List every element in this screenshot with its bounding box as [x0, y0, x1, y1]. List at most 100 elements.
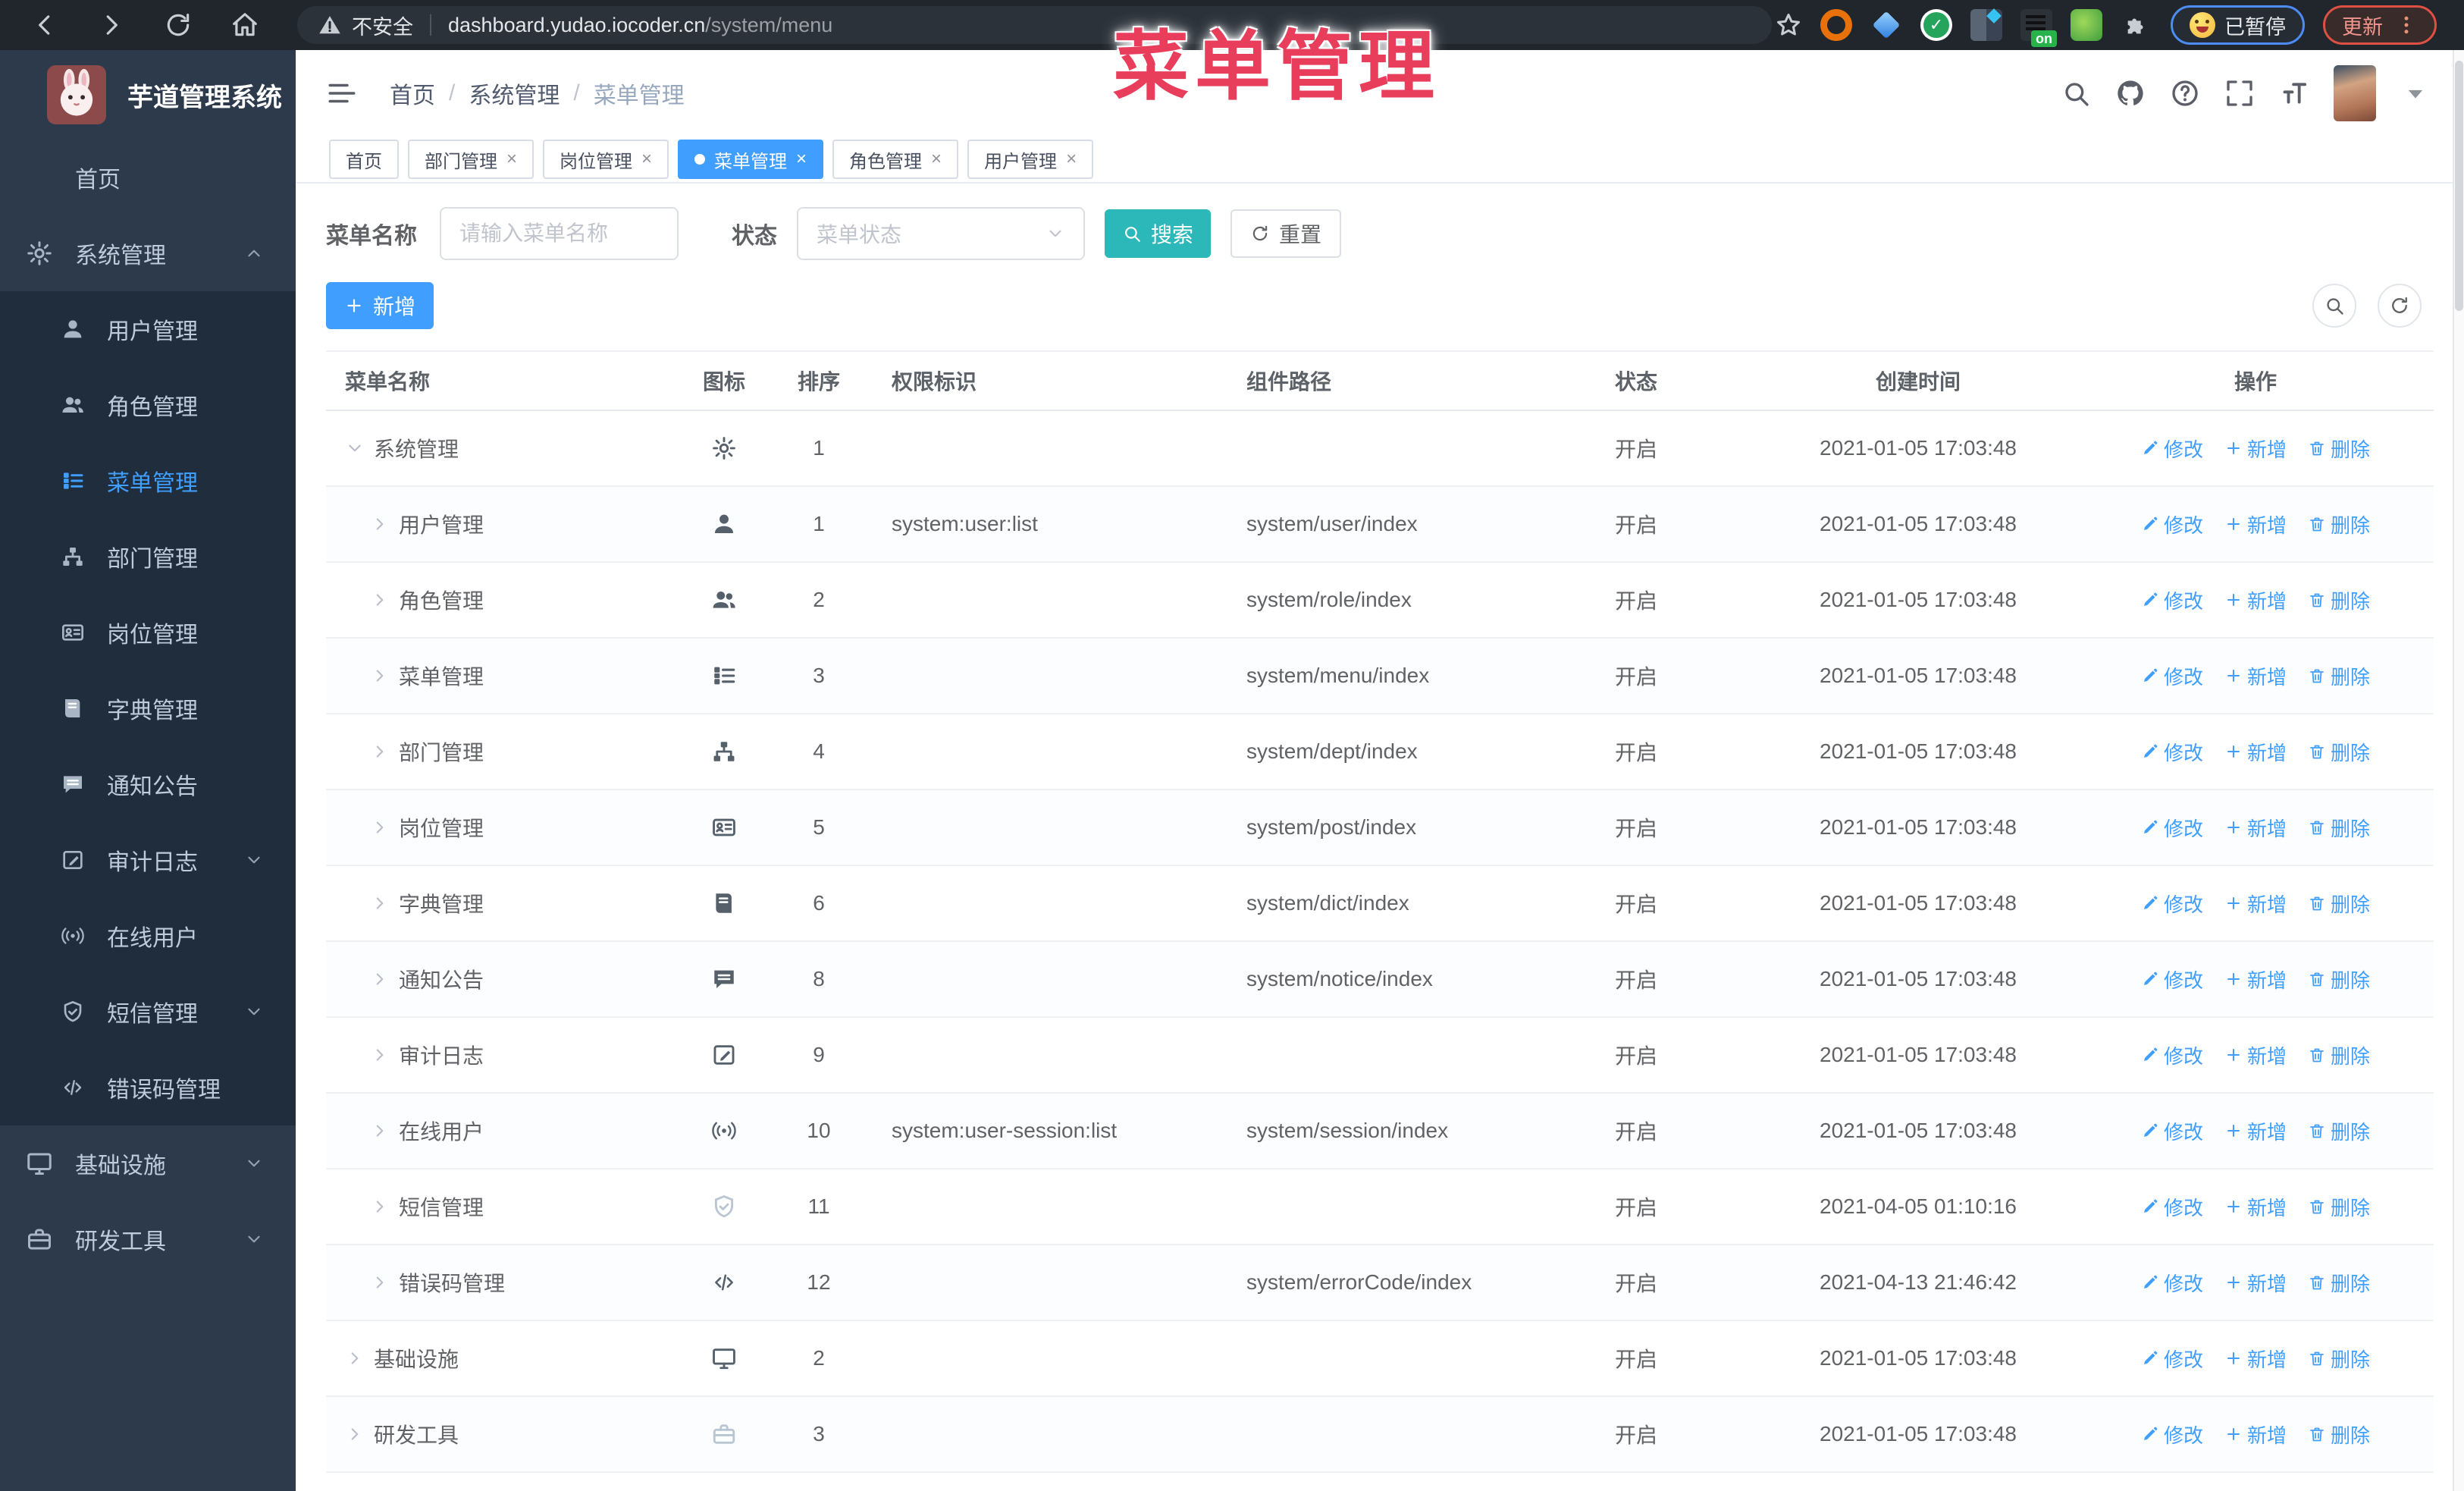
sidebar-item-研发工具[interactable]: 研发工具: [0, 1201, 296, 1277]
table-row[interactable]: 研发工具 3 开启 2021-01-05 17:03:48 修改 新增 删除: [326, 1396, 2434, 1473]
add-link[interactable]: 新增: [2224, 1420, 2287, 1449]
edit-link[interactable]: 修改: [2141, 738, 2203, 766]
sidebar-item-角色管理[interactable]: 角色管理: [0, 367, 296, 443]
bookmark-star-icon[interactable]: [1775, 11, 1802, 39]
close-icon[interactable]: ×: [1066, 150, 1077, 168]
add-link[interactable]: 新增: [2224, 1345, 2287, 1373]
reset-button[interactable]: 重置: [1230, 209, 1341, 258]
hamburger-icon[interactable]: [326, 77, 358, 109]
search-button[interactable]: 搜索: [1105, 209, 1211, 258]
search-icon[interactable]: [2061, 78, 2091, 108]
delete-link[interactable]: 删除: [2308, 738, 2370, 766]
close-icon[interactable]: ×: [641, 150, 652, 168]
edit-link[interactable]: 修改: [2141, 890, 2203, 918]
tab-用户管理[interactable]: 用户管理 ×: [967, 140, 1094, 179]
tab-岗位管理[interactable]: 岗位管理 ×: [543, 140, 669, 179]
menu-dots-icon[interactable]: [2395, 14, 2418, 36]
extensions-puzzle-icon[interactable]: [2121, 9, 2152, 41]
menu-name-input[interactable]: [440, 207, 679, 260]
close-icon[interactable]: ×: [506, 150, 517, 168]
help-icon[interactable]: [2170, 78, 2200, 108]
refresh-table-button[interactable]: [2378, 284, 2422, 328]
delete-link[interactable]: 删除: [2308, 1345, 2370, 1373]
table-row[interactable]: 短信管理 11 开启 2021-04-05 01:10:16 修改 新增 删除: [326, 1169, 2434, 1245]
add-link[interactable]: 新增: [2224, 586, 2287, 614]
paused-pill[interactable]: 已暂停: [2171, 5, 2305, 45]
extension-icon[interactable]: [1970, 9, 2002, 41]
sidebar-item-在线用户[interactable]: 在线用户: [0, 898, 296, 974]
reload-icon[interactable]: [164, 11, 193, 39]
add-link[interactable]: 新增: [2224, 1193, 2287, 1221]
sidebar-item-短信管理[interactable]: 短信管理: [0, 974, 296, 1050]
table-row[interactable]: 审计日志 9 开启 2021-01-05 17:03:48 修改 新增 删除: [326, 1017, 2434, 1094]
tab-角色管理[interactable]: 角色管理 ×: [832, 140, 959, 179]
delete-link[interactable]: 删除: [2308, 1420, 2370, 1449]
tab-菜单管理[interactable]: 菜单管理 ×: [678, 140, 824, 179]
extension-icon[interactable]: [1820, 9, 1852, 41]
delete-link[interactable]: 删除: [2308, 890, 2370, 918]
page-scrollbar[interactable]: [2453, 50, 2464, 1491]
edit-link[interactable]: 修改: [2141, 1269, 2203, 1297]
close-icon[interactable]: ×: [931, 150, 942, 168]
sidebar-item-部门管理[interactable]: 部门管理: [0, 519, 296, 595]
breadcrumb-system[interactable]: 系统管理: [469, 77, 560, 110]
edit-link[interactable]: 修改: [2141, 662, 2203, 690]
delete-link[interactable]: 删除: [2308, 586, 2370, 614]
table-row[interactable]: 角色管理 2 system/role/index 开启 2021-01-05 1…: [326, 562, 2434, 639]
extension-icon[interactable]: on: [2020, 9, 2057, 47]
status-select[interactable]: 菜单状态: [797, 207, 1085, 260]
table-row[interactable]: 岗位管理 5 system/post/index 开启 2021-01-05 1…: [326, 789, 2434, 866]
home-icon[interactable]: [230, 11, 259, 39]
tab-部门管理[interactable]: 部门管理 ×: [408, 140, 534, 179]
extension-icon[interactable]: [2071, 9, 2102, 41]
delete-link[interactable]: 删除: [2308, 965, 2370, 993]
sidebar-item-菜单管理[interactable]: 菜单管理: [0, 443, 296, 519]
github-icon[interactable]: [2115, 78, 2146, 108]
tab-首页[interactable]: 首页: [329, 140, 399, 179]
delete-link[interactable]: 删除: [2308, 1269, 2370, 1297]
sidebar-item-字典管理[interactable]: 字典管理: [0, 670, 296, 746]
delete-link[interactable]: 删除: [2308, 1041, 2370, 1069]
table-row[interactable]: 菜单管理 3 system/menu/index 开启 2021-01-05 1…: [326, 638, 2434, 714]
edit-link[interactable]: 修改: [2141, 1193, 2203, 1221]
table-row[interactable]: 字典管理 6 system/dict/index 开启 2021-01-05 1…: [326, 865, 2434, 942]
update-button[interactable]: 更新: [2323, 5, 2437, 45]
edit-link[interactable]: 修改: [2141, 586, 2203, 614]
edit-link[interactable]: 修改: [2141, 814, 2203, 842]
table-row[interactable]: 错误码管理 12 system/errorCode/index 开启 2021-…: [326, 1245, 2434, 1321]
add-link[interactable]: 新增: [2224, 510, 2287, 538]
close-icon[interactable]: ×: [796, 150, 807, 168]
edit-link[interactable]: 修改: [2141, 510, 2203, 538]
add-link[interactable]: 新增: [2224, 965, 2287, 993]
table-row[interactable]: 用户管理 1 system:user:list system/user/inde…: [326, 486, 2434, 563]
table-row[interactable]: 系统管理 1 开启 2021-01-05 17:03:48 修改 新增 删除: [326, 410, 2434, 487]
delete-link[interactable]: 删除: [2308, 510, 2370, 538]
sidebar-item-首页[interactable]: 首页: [0, 140, 296, 215]
add-link[interactable]: 新增: [2224, 890, 2287, 918]
add-link[interactable]: 新增: [2224, 435, 2287, 463]
toggle-search-button[interactable]: [2312, 284, 2356, 328]
back-icon[interactable]: [30, 11, 59, 39]
avatar[interactable]: [2334, 65, 2376, 121]
add-link[interactable]: 新增: [2224, 738, 2287, 766]
edit-link[interactable]: 修改: [2141, 965, 2203, 993]
add-link[interactable]: 新增: [2224, 1117, 2287, 1145]
delete-link[interactable]: 删除: [2308, 435, 2370, 463]
add-button[interactable]: 新增: [326, 282, 434, 329]
extension-icon[interactable]: [1870, 9, 1902, 41]
fullscreen-icon[interactable]: [2224, 78, 2255, 108]
delete-link[interactable]: 删除: [2308, 1117, 2370, 1145]
edit-link[interactable]: 修改: [2141, 1420, 2203, 1449]
sidebar-item-基础设施[interactable]: 基础设施: [0, 1125, 296, 1201]
sidebar-item-审计日志[interactable]: 审计日志: [0, 822, 296, 898]
caret-down-icon[interactable]: [2400, 78, 2431, 108]
sidebar-item-用户管理[interactable]: 用户管理: [0, 291, 296, 367]
font-size-icon[interactable]: [2279, 78, 2309, 108]
sidebar-item-岗位管理[interactable]: 岗位管理: [0, 595, 296, 670]
add-link[interactable]: 新增: [2224, 1269, 2287, 1297]
table-row[interactable]: 基础设施 2 开启 2021-01-05 17:03:48 修改 新增 删除: [326, 1320, 2434, 1397]
table-row[interactable]: 在线用户 10 system:user-session:list system/…: [326, 1093, 2434, 1169]
breadcrumb-home[interactable]: 首页: [390, 77, 435, 110]
edit-link[interactable]: 修改: [2141, 435, 2203, 463]
sidebar-item-错误码管理[interactable]: 错误码管理: [0, 1050, 296, 1125]
